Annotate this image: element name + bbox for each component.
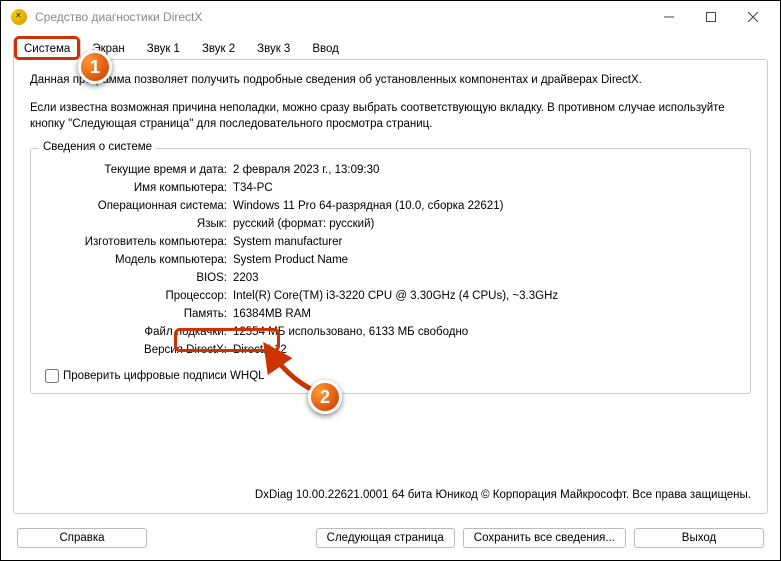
- info-row: Файл подкачки:12554 МБ использовано, 613…: [45, 323, 736, 341]
- titlebar: Средство диагностики DirectX: [1, 1, 780, 33]
- system-info-group: Сведения о системе Текущие время и дата:…: [30, 148, 751, 394]
- minimize-button[interactable]: [648, 3, 690, 31]
- info-row: Текущие время и дата:2 февраля 2023 г., …: [45, 161, 736, 179]
- info-row: Память:16384MB RAM: [45, 305, 736, 323]
- whql-checkbox[interactable]: [45, 369, 59, 383]
- annotation-marker-2: 2: [308, 380, 342, 414]
- save-all-button[interactable]: Сохранить все сведения...: [463, 528, 626, 548]
- intro-p1: Данная программа позволяет получить подр…: [30, 72, 751, 88]
- info-value: Windows 11 Pro 64-разрядная (10.0, сборк…: [233, 197, 736, 215]
- tab-panel: Данная программа позволяет получить подр…: [13, 59, 768, 514]
- info-value: 2203: [233, 269, 736, 287]
- info-row: Операционная система:Windows 11 Pro 64-р…: [45, 197, 736, 215]
- dxdiag-icon: [11, 9, 27, 25]
- info-value: System manufacturer: [233, 233, 736, 251]
- exit-button[interactable]: Выход: [634, 528, 764, 548]
- tab-sound2[interactable]: Звук 2: [191, 38, 246, 60]
- system-info-legend: Сведения о системе: [39, 141, 156, 153]
- info-value: System Product Name: [233, 251, 736, 269]
- info-row: Модель компьютера:System Product Name: [45, 251, 736, 269]
- info-label: Файл подкачки:: [45, 323, 233, 341]
- info-label: Язык:: [45, 215, 233, 233]
- intro-p2: Если известна возможная причина неполадк…: [30, 100, 751, 132]
- tab-strip: Система Экран Звук 1 Звук 2 Звук 3 Ввод: [1, 33, 780, 59]
- footer-text: DxDiag 10.00.22621.0001 64 бита Юникод ©…: [30, 481, 751, 501]
- dxdiag-window: Средство диагностики DirectX Система Экр…: [0, 0, 781, 561]
- info-label: Изготовитель компьютера:: [45, 233, 233, 251]
- help-button[interactable]: Справка: [17, 528, 147, 548]
- button-bar: Справка Следующая страница Сохранить все…: [1, 522, 780, 560]
- info-label: Имя компьютера:: [45, 179, 233, 197]
- info-label: Версия DirectX:: [45, 341, 233, 359]
- info-row: Процессор:Intel(R) Core(TM) i3-3220 CPU …: [45, 287, 736, 305]
- info-row: Язык:русский (формат: русский): [45, 215, 736, 233]
- info-label: Операционная система:: [45, 197, 233, 215]
- info-label: Процессор:: [45, 287, 233, 305]
- tab-sound1[interactable]: Звук 1: [136, 38, 191, 60]
- whql-checkbox-row: Проверить цифровые подписи WHQL: [45, 369, 736, 383]
- info-value: 16384MB RAM: [233, 305, 736, 323]
- window-title: Средство диагностики DirectX: [35, 10, 648, 24]
- info-label: Модель компьютера:: [45, 251, 233, 269]
- info-row: Имя компьютера:T34-PC: [45, 179, 736, 197]
- info-label: Текущие время и дата:: [45, 161, 233, 179]
- next-page-button[interactable]: Следующая страница: [316, 528, 455, 548]
- whql-label: Проверить цифровые подписи WHQL: [63, 370, 265, 382]
- info-row: Изготовитель компьютера:System manufactu…: [45, 233, 736, 251]
- annotation-marker-1: 1: [78, 50, 112, 84]
- info-label: BIOS:: [45, 269, 233, 287]
- info-value: 2 февраля 2023 г., 13:09:30: [233, 161, 736, 179]
- intro-text: Данная программа позволяет получить подр…: [30, 72, 751, 144]
- info-row: BIOS:2203: [45, 269, 736, 287]
- info-row: Версия DirectX:DirectX 12: [45, 341, 736, 359]
- info-value: русский (формат: русский): [233, 215, 736, 233]
- tab-system[interactable]: Система: [13, 38, 81, 60]
- maximize-button[interactable]: [690, 3, 732, 31]
- tab-sound3[interactable]: Звук 3: [246, 38, 301, 60]
- info-value: T34-PC: [233, 179, 736, 197]
- tab-input[interactable]: Ввод: [301, 38, 350, 60]
- close-button[interactable]: [732, 3, 774, 31]
- info-label: Память:: [45, 305, 233, 323]
- info-value: Intel(R) Core(TM) i3-3220 CPU @ 3.30GHz …: [233, 287, 736, 305]
